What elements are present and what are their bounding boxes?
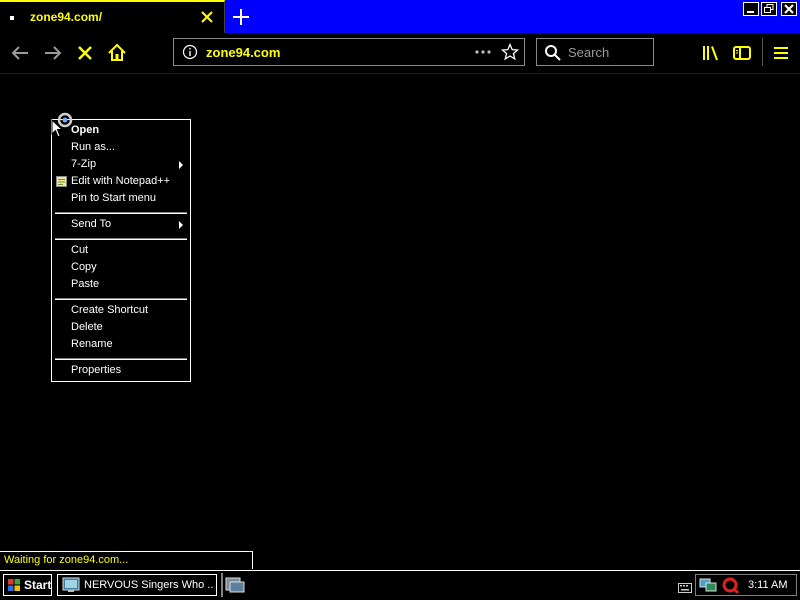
antivirus-shield-icon[interactable] [721, 577, 740, 598]
home-icon[interactable] [106, 42, 128, 64]
menu-item-label: Send To [71, 218, 112, 230]
info-icon[interactable] [182, 44, 198, 65]
menu-item-label: Pin to Start menu [71, 192, 156, 204]
menu-item-cut[interactable]: Cut [52, 242, 190, 259]
tab-strip: zone94.com/ [0, 0, 800, 33]
menu-item-label: Run as... [71, 141, 116, 153]
hamburger-menu-icon[interactable] [770, 42, 792, 64]
taskbar-window-button[interactable]: NERVOUS Singers Who ... [57, 574, 217, 596]
stop-loading-icon[interactable] [74, 42, 96, 64]
windows-logo-icon [7, 578, 21, 597]
menu-item-7zip[interactable]: 7-Zip [52, 156, 190, 173]
search-field[interactable]: Search [536, 38, 654, 66]
menu-item-delete[interactable]: Delete [52, 319, 190, 336]
navigation-toolbar: zone94.com Search [0, 33, 800, 74]
url-text: zone94.com [206, 45, 281, 60]
menu-separator [55, 212, 187, 214]
menu-separator [55, 298, 187, 300]
bookmark-star-icon[interactable] [500, 42, 520, 66]
clock: 3:11 AM [748, 579, 788, 591]
notepad-plus-icon [56, 176, 67, 187]
forward-arrow-icon[interactable] [42, 42, 64, 64]
network-icon[interactable] [699, 577, 717, 598]
menu-item-label: Create Shortcut [71, 304, 149, 316]
favicon-icon [10, 16, 14, 20]
status-bar: Waiting for zone94.com... [0, 551, 253, 569]
menu-item-label: Cut [71, 244, 89, 256]
menu-item-label: Paste [71, 278, 100, 290]
system-tray: 3:11 AM [695, 574, 797, 596]
taskbar-window-label: NERVOUS Singers Who ... [84, 579, 214, 591]
search-placeholder: Search [568, 45, 610, 60]
back-arrow-icon[interactable] [9, 42, 31, 64]
status-text: Waiting for zone94.com... [4, 554, 129, 566]
menu-item-run-as[interactable]: Run as... [52, 139, 190, 156]
minimize-window-icon[interactable] [743, 2, 759, 16]
browser-tab[interactable]: zone94.com/ [0, 0, 225, 33]
toolbar-divider [762, 38, 763, 66]
menu-item-label: Edit with Notepad++ [71, 175, 171, 187]
menu-item-copy[interactable]: Copy [52, 259, 190, 276]
sidebar-icon[interactable] [731, 42, 753, 64]
menu-item-label: Rename [71, 338, 113, 350]
page-actions-icon[interactable] [474, 44, 492, 65]
menu-item-paste[interactable]: Paste [52, 276, 190, 293]
context-menu: Open Run as... 7-Zip Edit with Notepad++… [51, 119, 191, 382]
library-icon[interactable] [700, 42, 722, 64]
menu-item-label: Properties [71, 364, 122, 376]
submenu-arrow-icon [179, 161, 183, 169]
menu-item-send-to[interactable]: Send To [52, 216, 190, 233]
search-icon [544, 44, 562, 67]
menu-item-label: Open [71, 124, 100, 136]
keyboard-icon[interactable] [678, 580, 692, 598]
address-bar[interactable]: zone94.com [173, 38, 525, 66]
app-window-icon [62, 577, 80, 598]
menu-item-label: Delete [71, 321, 103, 333]
menu-item-create-shortcut[interactable]: Create Shortcut [52, 302, 190, 319]
menu-item-properties[interactable]: Properties [52, 362, 190, 379]
restore-window-icon[interactable] [761, 2, 777, 16]
quick-launch-icon[interactable] [221, 573, 247, 600]
taskbar: Start NERVOUS Singers Who ... 3:11 AM [0, 570, 800, 600]
menu-separator [55, 358, 187, 360]
start-label: Start [24, 578, 52, 592]
tab-close-icon[interactable] [198, 8, 216, 26]
screen: zone94.com/ zone94.com Search Open Run a… [0, 0, 800, 600]
mouse-pointer-icon [51, 118, 65, 139]
submenu-arrow-icon [179, 221, 183, 229]
menu-item-rename[interactable]: Rename [52, 336, 190, 353]
start-button[interactable]: Start [3, 574, 52, 596]
menu-item-label: Copy [71, 261, 97, 273]
new-tab-plus-icon[interactable] [230, 6, 252, 28]
tab-title: zone94.com/ [30, 10, 103, 24]
menu-item-pin-start[interactable]: Pin to Start menu [52, 190, 190, 207]
menu-item-label: 7-Zip [71, 158, 97, 170]
menu-separator [55, 238, 187, 240]
close-window-icon[interactable] [781, 2, 797, 16]
menu-item-edit-notepad[interactable]: Edit with Notepad++ [52, 173, 190, 190]
